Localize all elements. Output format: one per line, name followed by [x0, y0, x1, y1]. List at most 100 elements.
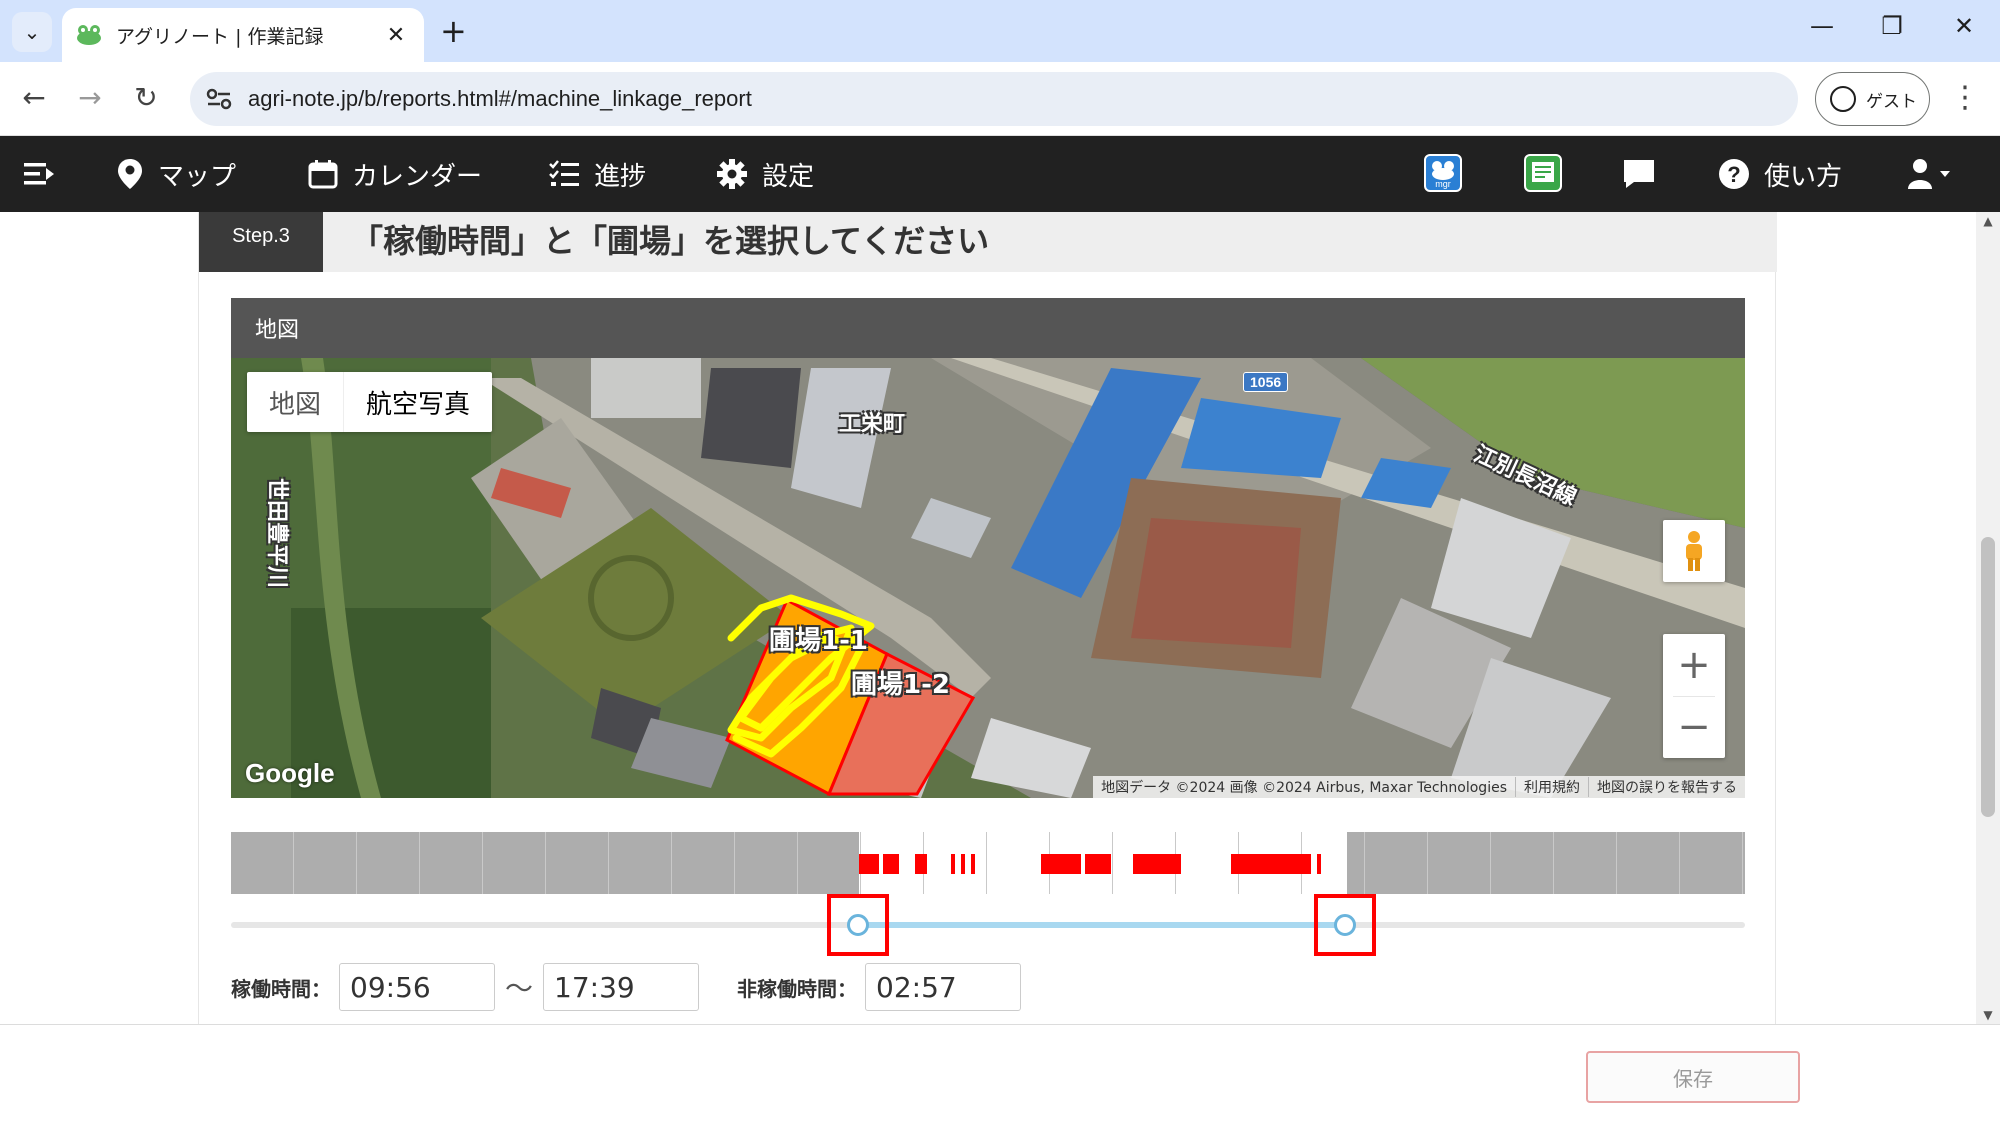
map-label-district: 工栄町 [839, 412, 906, 437]
save-button[interactable]: 保存 [1586, 1051, 1800, 1103]
timeline-hour-divider [1679, 832, 1680, 894]
work-time-label: 稼働時間： [231, 976, 331, 1001]
map-type-satellite-button[interactable]: 航空写真 [343, 372, 492, 432]
calendar-icon [308, 159, 338, 189]
timeline-hour-divider [1553, 832, 1554, 894]
map-attribution: 地図データ ©2024 画像 ©2024 Airbus, Maxar Techn… [1093, 776, 1745, 798]
timeline-operation-segment [951, 854, 955, 874]
address-bar: ← → ↻ agri-note.jp/b/reports.html#/machi… [0, 62, 2000, 136]
map-section: 地図 工栄町 世田豊平川 江別長沼線 1056 圃場1-1 圃場1-2 地図 航… [231, 298, 1745, 798]
help-label: 使い方 [1764, 161, 1843, 192]
start-time-input[interactable]: 09:56 [339, 963, 495, 1011]
chat-icon [1624, 160, 1654, 188]
google-logo: Google [245, 758, 335, 788]
new-tab-icon[interactable]: + [440, 14, 467, 48]
timeline-hour-divider [797, 832, 798, 894]
frog-favicon-icon [77, 25, 101, 45]
nav-calendar-label: カレンダー [352, 161, 483, 192]
diary-icon [1532, 162, 1554, 182]
app-navbar: マップ カレンダー 進捗 設定 mgr ? 使い方 [0, 136, 2000, 212]
map-header: 地図 [231, 298, 1745, 358]
browser-tab[interactable]: アグリノート | 作業記録 ✕ [62, 8, 424, 62]
restore-icon[interactable]: ❐ [1872, 12, 1912, 40]
nav-settings-label: 設定 [762, 161, 815, 192]
browser-tab-bar: ⌄ アグリノート | 作業記録 ✕ + — ❐ ✕ [0, 0, 2000, 62]
help-button[interactable]: ? 使い方 [1718, 136, 1842, 212]
profile-button[interactable]: ゲスト [1815, 72, 1930, 126]
nav-map-label: マップ [158, 161, 237, 192]
map-label-field-1-2: 圃場1-2 [851, 670, 950, 700]
timeline-hour-divider [608, 832, 609, 894]
timeline-hour-divider [734, 832, 735, 894]
idle-time-input[interactable]: 02:57 [865, 963, 1022, 1011]
gear-icon [716, 158, 748, 190]
footer-bar: 保存 [0, 1024, 2000, 1125]
report-panel: Step.3 「稼働時間」と「圃場」を選択してください 地図 工栄町 世田豊平川… [198, 212, 1777, 1024]
nav-map[interactable]: マップ [116, 136, 236, 212]
zoom-in-icon[interactable]: + [1663, 634, 1725, 696]
nav-progress[interactable]: 進捗 [548, 136, 646, 212]
page-scrollbar[interactable]: ▲ ▼ [1976, 212, 2000, 1024]
time-row: 稼働時間： 09:56 〜 17:39 非稼働時間： 02:57 [231, 962, 1022, 1012]
time-range-slider-fill [858, 922, 1345, 928]
menu-toggle-button[interactable] [22, 136, 58, 212]
timeline-operation-segment [1085, 854, 1111, 874]
time-separator: 〜 [505, 972, 534, 1005]
url-text: agri-note.jp/b/reports.html#/machine_lin… [248, 86, 752, 111]
user-icon [1908, 159, 1950, 189]
forward-icon[interactable]: → [70, 80, 110, 116]
tab-search-icon[interactable]: ⌄ [12, 12, 52, 52]
back-icon[interactable]: ← [14, 80, 54, 116]
timeline-hour-divider [356, 832, 357, 894]
road-number-badge: 1056 [1243, 372, 1289, 392]
messages-button[interactable] [1622, 136, 1656, 212]
window-close-icon[interactable]: ✕ [1944, 12, 1984, 40]
street-view-pegman-icon[interactable] [1663, 520, 1725, 582]
zoom-divider [1673, 696, 1715, 697]
mgr-app-badge[interactable]: mgr [1424, 154, 1462, 192]
timeline-hour-divider [1427, 832, 1428, 894]
start-handle-highlight [827, 894, 889, 956]
end-time-input[interactable]: 17:39 [543, 963, 700, 1011]
timeline-operation-segment [1231, 854, 1311, 874]
timeline-hour-divider [986, 832, 987, 894]
help-icon: ? [1718, 158, 1750, 190]
reload-icon[interactable]: ↻ [126, 80, 166, 116]
url-field[interactable]: agri-note.jp/b/reports.html#/machine_lin… [190, 72, 1798, 126]
main-content: Step.3 「稼働時間」と「圃場」を選択してください 地図 工栄町 世田豊平川… [0, 212, 1976, 1024]
more-icon[interactable]: ⋮ [1950, 80, 1980, 116]
timeline-hour-divider [1490, 832, 1491, 894]
profile-label: ゲスト [1866, 91, 1917, 112]
nav-progress-label: 進捗 [594, 161, 647, 192]
site-info-icon[interactable] [204, 85, 234, 113]
timeline-hour-divider [1742, 832, 1743, 894]
scroll-up-icon[interactable]: ▲ [1976, 214, 2000, 228]
map-type-control: 地図 航空写真 [247, 372, 493, 432]
diary-app-badge[interactable] [1524, 154, 1562, 192]
step-header: Step.3 「稼働時間」と「圃場」を選択してください [199, 212, 1777, 272]
nav-settings[interactable]: 設定 [716, 136, 814, 212]
report-error-link[interactable]: 地図の誤りを報告する [1588, 777, 1745, 797]
timeline-operation-segment [883, 854, 899, 874]
map-pin-icon [116, 157, 144, 191]
satellite-map[interactable]: 工栄町 世田豊平川 江別長沼線 1056 圃場1-1 圃場1-2 地図 航空写真… [231, 358, 1745, 798]
map-type-roadmap-button[interactable]: 地図 [247, 372, 343, 432]
profile-icon [1830, 86, 1856, 112]
scroll-down-icon[interactable]: ▼ [1976, 1008, 2000, 1022]
timeline-hour-divider [545, 832, 546, 894]
timeline-hour-divider [1364, 832, 1365, 894]
timeline-hour-divider [419, 832, 420, 894]
nav-calendar[interactable]: カレンダー [308, 136, 482, 212]
timeline-operation-segment [859, 854, 879, 874]
terms-link[interactable]: 利用規約 [1515, 777, 1588, 797]
step-title: 「稼働時間」と「圃場」を選択してください [351, 222, 990, 260]
minimize-icon[interactable]: — [1802, 12, 1842, 40]
operation-timeline [231, 832, 1745, 894]
scroll-thumb[interactable] [1981, 537, 1995, 817]
close-icon[interactable]: ✕ [382, 23, 410, 48]
map-label-field-1-1: 圃場1-1 [769, 626, 868, 656]
zoom-out-icon[interactable]: − [1663, 696, 1725, 758]
user-menu-button[interactable] [1906, 136, 1956, 212]
timeline-hour-divider [293, 832, 294, 894]
zoom-control: + − [1663, 634, 1725, 758]
